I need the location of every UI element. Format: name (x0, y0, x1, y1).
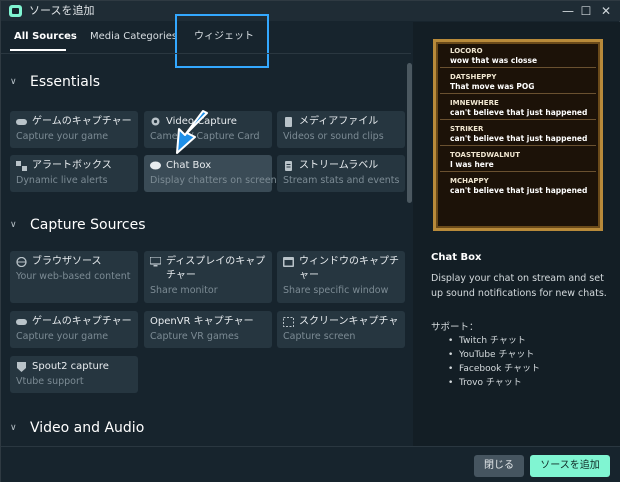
source-desc: Stream stats and events (283, 175, 400, 186)
add-source-window: ソースを追加 — ☐ ✕ All Sources Media Categorie… (0, 0, 620, 482)
source-desc: Capture screen (283, 331, 356, 342)
source-desc: Display chatters on screen (150, 175, 277, 186)
source-desc: Vtube support (16, 376, 84, 387)
chat-message: MCHAPPY can't believe that just happened (440, 172, 596, 198)
source-card-stream-label[interactable]: ストリームラベル Stream stats and events (277, 155, 405, 192)
gamepad-icon (16, 117, 27, 127)
source-card-browser[interactable]: ブラウザソース Your web-based content (10, 251, 138, 303)
chat-user: LOCORO (450, 47, 483, 55)
section-title: Video and Audio (30, 420, 145, 436)
source-desc: Videos or sound clips (283, 131, 384, 142)
gamepad-icon (16, 317, 27, 327)
source-card-game-capture[interactable]: ゲームのキャプチャー Capture your game (10, 111, 138, 148)
source-desc: Capture your game (16, 331, 109, 342)
maximize-icon[interactable]: ☐ (575, 1, 597, 21)
source-desc: Share monitor (150, 285, 218, 296)
source-card-alert-box[interactable]: アラートボックス Dynamic live alerts (10, 155, 138, 192)
title-bar: ソースを追加 — ☐ ✕ (1, 1, 620, 21)
file-icon (283, 117, 294, 127)
source-card-game-capture-2[interactable]: ゲームのキャプチャー Capture your game (10, 311, 138, 348)
chat-message: TOASTEDWALNUT I was here (440, 146, 596, 172)
source-desc: Dynamic live alerts (16, 175, 108, 186)
source-card-chat-box[interactable]: Chat Box Display chatters on screen (144, 155, 277, 192)
alert-box-icon (16, 161, 27, 171)
tab-all-sources[interactable]: All Sources (14, 31, 77, 43)
source-card-display-capture[interactable]: ディスプレイのキャプチャー Share monitor (144, 251, 272, 303)
chat-preview: LOCORO wow that was closse DATSHEPPY That … (433, 39, 603, 231)
chat-text: can't believe that just happened (450, 186, 588, 195)
source-desc: Capture your game (16, 131, 109, 142)
support-list: Twitch チャット YouTube チャット Facebook チャット T… (448, 334, 540, 390)
chat-text: wow that was closse (450, 56, 538, 65)
source-card-window-capture[interactable]: ウィンドウのキャプチャー Share specific window (277, 251, 405, 303)
preview-description: Display your chat on stream and set up s… (431, 273, 607, 299)
chevron-down-icon: ∨ (10, 77, 17, 87)
chat-text: can't believe that just happened (450, 108, 588, 117)
monitor-icon (149, 256, 162, 267)
chat-user: IMNEWHERE (450, 99, 499, 107)
window-title: ソースを追加 (29, 4, 95, 17)
support-item: YouTube チャット (448, 348, 540, 362)
source-name: Chat Box (166, 160, 212, 171)
source-card-screen-capture[interactable]: スクリーンキャプチャ Capture screen (277, 311, 405, 348)
source-name: スクリーンキャプチャ (299, 316, 399, 327)
footer: 閉じる ソースを追加 (1, 446, 620, 482)
source-card-openvr-capture[interactable]: OpenVR キャプチャー Capture VR games (144, 311, 272, 348)
section-capture-sources[interactable]: ∨ Capture Sources (10, 217, 146, 233)
app-icon (9, 5, 22, 17)
document-icon (283, 161, 294, 171)
support-label: サポート： (431, 322, 479, 333)
support-item: Trovo チャット (448, 376, 540, 390)
chevron-down-icon: ∨ (10, 423, 17, 433)
source-desc: Your web-based content (16, 271, 131, 282)
source-name: アラートボックス (32, 160, 112, 171)
chat-user: TOASTEDWALNUT (450, 151, 520, 159)
source-name: Spout2 capture (32, 361, 109, 372)
source-name: ディスプレイのキャプチャー (166, 256, 266, 281)
source-name: ゲームのキャプチャー (32, 116, 132, 127)
chat-message: STRIKER can't believe that just happened (440, 120, 596, 146)
source-name: OpenVR キャプチャー (150, 316, 254, 327)
chat-message: DATSHEPPY That move was POG (440, 68, 596, 94)
spout-icon (16, 362, 27, 372)
scrollbar[interactable] (407, 63, 412, 203)
source-name: ウィンドウのキャプチャー (299, 256, 399, 281)
chevron-down-icon: ∨ (10, 220, 17, 230)
screen-capture-icon (283, 317, 294, 327)
chat-text: That move was POG (450, 82, 535, 91)
source-name: ゲームのキャプチャー (32, 316, 132, 327)
source-name: メディアファイル (299, 116, 379, 127)
close-button[interactable]: 閉じる (474, 455, 524, 477)
section-essentials[interactable]: ∨ Essentials (10, 74, 100, 90)
webcam-icon (150, 117, 161, 127)
source-desc: Capture VR games (150, 331, 239, 342)
chat-text: can't believe that just happened (450, 134, 588, 143)
close-icon[interactable]: ✕ (595, 1, 617, 21)
support-item: Twitch チャット (448, 334, 540, 348)
chat-user: MCHAPPY (450, 177, 489, 185)
chat-icon (150, 161, 161, 171)
active-tab-underline (10, 49, 66, 51)
source-desc: Share specific window (283, 285, 389, 296)
chat-message: IMNEWHERE can't believe that just happene… (440, 94, 596, 120)
chat-user: STRIKER (450, 125, 484, 133)
section-title: Essentials (30, 74, 101, 90)
source-card-media-file[interactable]: メディアファイル Videos or sound clips (277, 111, 405, 148)
support-item: Facebook チャット (448, 362, 540, 376)
chat-user: DATSHEPPY (450, 73, 497, 81)
source-name: ストリームラベル (299, 160, 379, 171)
source-name: ブラウザソース (32, 256, 102, 267)
chat-text: I was here (450, 160, 494, 169)
add-source-button[interactable]: ソースを追加 (530, 455, 610, 477)
source-card-spout2[interactable]: Spout2 capture Vtube support (10, 356, 138, 393)
preview-title: Chat Box (431, 252, 482, 263)
globe-icon (16, 256, 27, 268)
pointer-arrow-icon (176, 110, 208, 154)
section-video-audio[interactable]: ∨ Video and Audio (10, 420, 144, 436)
section-title: Capture Sources (30, 217, 146, 233)
window-icon (283, 257, 294, 267)
chat-message: LOCORO wow that was closse (440, 42, 596, 68)
tab-media-categories[interactable]: Media Categories (90, 31, 177, 43)
